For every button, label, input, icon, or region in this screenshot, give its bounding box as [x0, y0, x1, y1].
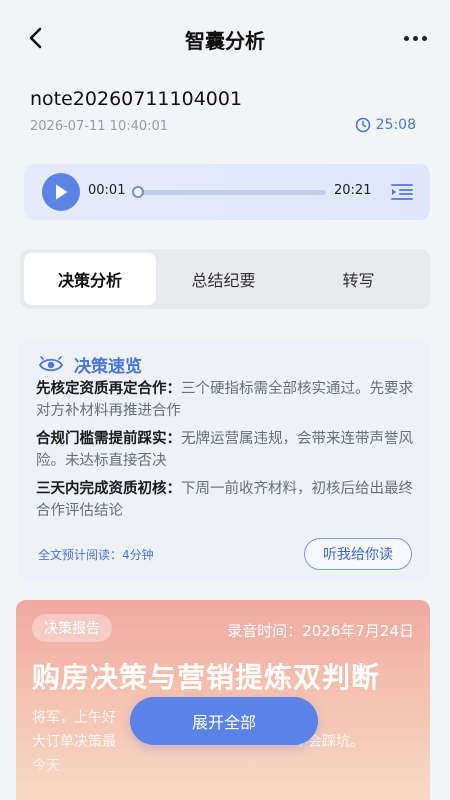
overview-list: 先核定资质再定合作：三个硬指标需全部核实通过。先要求对方补材料再推进合作 合规门…	[36, 378, 428, 528]
record-time: 录音时间：2026年7月24日	[227, 622, 414, 640]
more-dot	[421, 35, 427, 41]
note-title: note20260711104001	[30, 88, 243, 110]
page-title: 智囊分析	[185, 28, 265, 53]
duration-value: 25:08	[375, 117, 416, 133]
back-button[interactable]	[22, 24, 50, 52]
playlist-button[interactable]	[390, 180, 414, 204]
progress-knob[interactable]	[132, 186, 144, 198]
listen-button[interactable]: 听我给你读	[304, 538, 412, 570]
duration: 25:08	[355, 117, 416, 133]
play-button[interactable]	[42, 173, 80, 211]
eye-icon	[38, 355, 64, 371]
overview-title: 决策速览	[74, 357, 142, 377]
more-button[interactable]	[400, 26, 430, 50]
clock-icon	[355, 117, 370, 133]
report-fade	[16, 740, 430, 800]
playlist-icon	[391, 184, 413, 200]
overview-item: 先核定资质再定合作：三个硬指标需全部核实通过。先要求对方补材料再推进合作	[36, 378, 420, 422]
decision-overview-card: 决策速览 先核定资质再定合作：三个硬指标需全部核实通过。先要求对方补材料再推进合…	[18, 340, 430, 580]
overview-item: 合规门槛需提前踩实：无牌运营属违规，会带来连带声誉风险。未达标直接否决	[36, 428, 420, 472]
item-head: 合规门槛需提前踩实：	[36, 431, 181, 447]
note-date: 2026-07-11 10:40:01	[30, 119, 169, 134]
audio-player: 00:01 20:21	[24, 164, 430, 220]
progress-bar[interactable]	[132, 186, 326, 198]
expand-all-button[interactable]: 展开全部	[130, 697, 318, 745]
play-icon	[56, 184, 68, 200]
overview-header: 决策速览	[38, 352, 142, 377]
item-head: 先核定资质再定合作：	[36, 381, 181, 397]
more-horizontal-icon	[403, 35, 409, 41]
tab-bar: 决策分析 总结纪要 转写	[20, 249, 430, 309]
tab-summary-minutes[interactable]: 总结纪要	[156, 253, 291, 305]
total-time: 20:21	[334, 183, 372, 198]
report-tag: 决策报告	[32, 614, 112, 642]
overview-item: 三天内完成资质初核：下周一前收齐材料，初核后给出最终 合作评估结论	[36, 478, 428, 522]
top-bar: 智囊分析	[0, 0, 450, 78]
item-head: 三天内完成资质初核：	[36, 481, 181, 497]
chevron-left-icon	[29, 27, 42, 49]
report-headline: 购房决策与营销提炼双判断	[32, 661, 381, 694]
more-dot	[412, 35, 418, 41]
tab-decision-analysis[interactable]: 决策分析	[24, 253, 156, 305]
current-time: 00:01	[88, 183, 126, 198]
tab-transcript[interactable]: 转写	[291, 253, 426, 305]
read-time: 全文预计阅读：4分钟	[38, 548, 154, 562]
